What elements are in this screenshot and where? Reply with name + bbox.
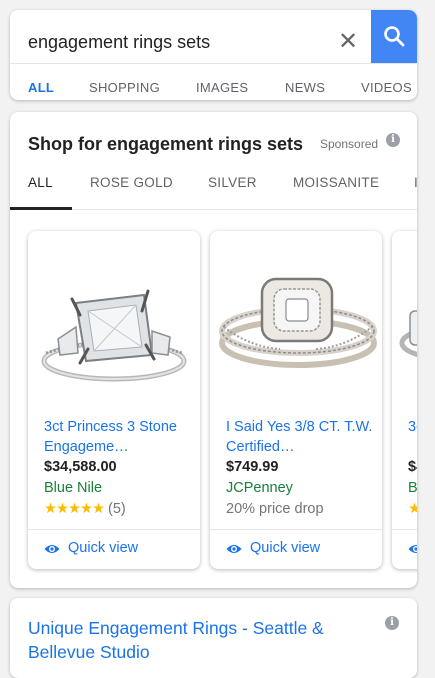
product-image [41,289,187,382]
quick-view-label: Quick view [68,540,139,556]
product-title[interactable]: 3ct Sid… [408,417,417,437]
tab-news[interactable]: NEWS [285,80,325,95]
product-title[interactable]: 3ct Princess 3 Stone Engageme… [44,417,192,457]
eye-icon [226,545,242,553]
tab-all[interactable]: ALL [28,80,54,95]
eye-icon [408,545,417,553]
search-button[interactable] [371,10,417,63]
product-divider [392,529,417,530]
active-filter-indicator [10,207,72,210]
shopping-title: Shop for engagement rings sets [28,134,304,154]
rating-stars: ★★ [408,501,417,517]
product-divider [210,529,382,530]
tab-videos[interactable]: VIDEOS [361,80,412,95]
rating-stars: ★★★★★ [44,501,105,517]
quick-view-label: Quick view [250,540,321,556]
product-image [399,310,417,358]
rating-count: (5) [108,501,126,517]
product-store: Blu… [408,480,417,496]
product-store: JCPenney [226,480,293,496]
tab-images[interactable]: IMAGES [196,80,248,95]
filter-all[interactable]: ALL [28,175,53,190]
product-rating: ★★ [408,501,417,517]
product-image [219,277,377,368]
product-card[interactable]: I Said Yes 3/8 CT. T.W. Certified… $749.… [210,231,382,569]
product-price: $749.99 [226,459,279,475]
product-card[interactable]: 3ct Sid… $4… Blu… ★★ [392,231,417,569]
eye-icon [44,545,60,553]
search-icon [384,26,405,47]
product-price-drop: 20% price drop [226,501,324,517]
filter-moissanite[interactable]: MOISSANITE [293,175,379,190]
product-card[interactable]: 3ct Princess 3 Stone Engageme… $34,588.0… [28,231,200,569]
product-price: $4… [408,459,417,475]
search-divider [10,63,417,64]
tab-shopping[interactable]: SHOPPING [89,80,160,95]
filter-rose-gold[interactable]: ROSE GOLD [90,175,173,190]
search-card: engagement rings sets ✕ ALL SHOPPING IMA… [10,10,417,100]
product-store: Blue Nile [44,480,103,496]
product-title[interactable]: I Said Yes 3/8 CT. T.W. Certified… [226,417,374,457]
shopping-card: Shop for engagement rings sets Sponsored… [10,112,417,588]
result-card: Unique Engagement Rings - Seattle & Bell… [10,598,417,678]
filter-silver[interactable]: SILVER [208,175,257,190]
product-divider [28,529,200,530]
clear-icon[interactable]: ✕ [336,28,360,56]
info-icon[interactable]: i [386,133,400,147]
filter-more[interactable]: I [414,175,417,190]
sponsored-label: Sponsored [320,137,379,151]
search-input[interactable]: engagement rings sets [28,32,210,53]
product-price: $34,588.00 [44,459,117,475]
info-icon[interactable]: i [385,616,399,630]
result-title-link[interactable]: Unique Engagement Rings - Seattle & Bell… [28,616,358,664]
product-rating: ★★★★★ (5) [44,501,126,517]
